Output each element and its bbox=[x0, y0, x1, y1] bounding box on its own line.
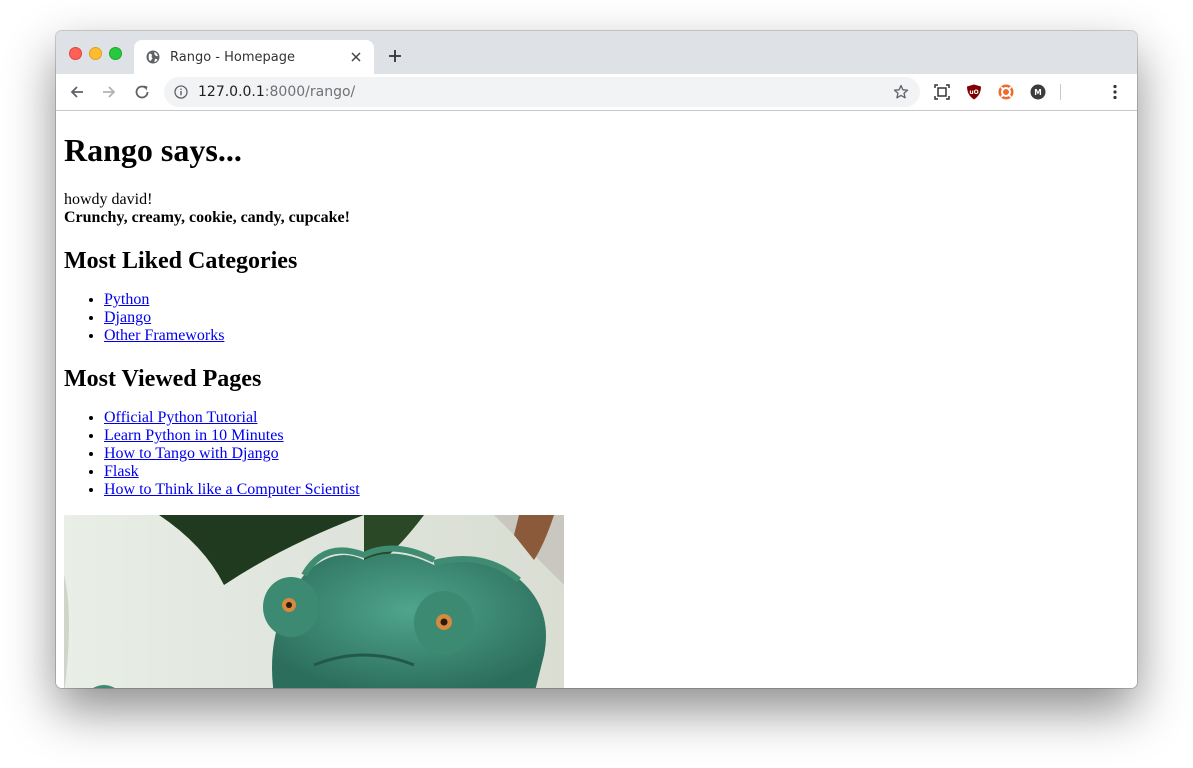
reload-icon[interactable] bbox=[133, 83, 151, 101]
m-extension-icon[interactable]: M bbox=[1030, 84, 1046, 100]
browser-window: Rango - Homepage 127.0.0.1:8000/rango/ u… bbox=[56, 31, 1137, 688]
forward-icon[interactable] bbox=[100, 83, 118, 101]
page-link-think-like-computer-scientist[interactable]: How to Think like a Computer Scientist bbox=[104, 481, 360, 498]
chameleon-image bbox=[64, 515, 564, 688]
close-window-button[interactable] bbox=[69, 47, 82, 60]
page-link-flask[interactable]: Flask bbox=[104, 463, 139, 480]
page-item: How to Tango with Django bbox=[104, 445, 1129, 463]
tab-rango-homepage[interactable]: Rango - Homepage bbox=[134, 40, 374, 74]
category-item: Django bbox=[104, 309, 1129, 327]
new-tab-icon[interactable] bbox=[387, 48, 403, 64]
page-link-tango-with-django[interactable]: How to Tango with Django bbox=[104, 445, 279, 462]
categories-heading: Most Liked Categories bbox=[64, 248, 298, 274]
minimize-window-button[interactable] bbox=[89, 47, 102, 60]
page-item: Flask bbox=[104, 463, 1129, 481]
svg-text:uO: uO bbox=[969, 89, 978, 96]
tagline-text: Crunchy, creamy, cookie, candy, cupcake! bbox=[64, 209, 350, 226]
category-link-other-frameworks[interactable]: Other Frameworks bbox=[104, 327, 224, 344]
page-item: How to Think like a Computer Scientist bbox=[104, 481, 1129, 499]
category-item: Other Frameworks bbox=[104, 327, 1129, 345]
categories-list: Python Django Other Frameworks bbox=[64, 291, 1129, 345]
globe-icon bbox=[146, 50, 160, 64]
pages-list: Official Python Tutorial Learn Python in… bbox=[64, 409, 1129, 499]
close-tab-icon[interactable] bbox=[350, 51, 362, 63]
address-bar[interactable]: 127.0.0.1:8000/rango/ bbox=[164, 77, 920, 107]
page-link-official-python-tutorial[interactable]: Official Python Tutorial bbox=[104, 409, 258, 426]
page-title: Rango says... bbox=[64, 132, 242, 168]
browser-toolbar: 127.0.0.1:8000/rango/ uO M bbox=[56, 74, 1137, 111]
page-link-learn-python[interactable]: Learn Python in 10 Minutes bbox=[104, 427, 284, 444]
lifebuoy-icon[interactable] bbox=[998, 84, 1014, 100]
category-link-python[interactable]: Python bbox=[104, 291, 149, 308]
screen-capture-icon[interactable] bbox=[934, 84, 950, 100]
greeting-text: howdy david! bbox=[64, 191, 153, 208]
category-item: Python bbox=[104, 291, 1129, 309]
page-item: Official Python Tutorial bbox=[104, 409, 1129, 427]
tab-strip: Rango - Homepage bbox=[56, 31, 1137, 74]
kebab-menu-icon[interactable] bbox=[1110, 83, 1120, 101]
url-text: 127.0.0.1:8000/rango/ bbox=[198, 84, 355, 100]
toolbar-divider bbox=[1060, 84, 1061, 100]
page-content: Rango says... howdy david! Crunchy, crea… bbox=[56, 111, 1137, 688]
back-icon[interactable] bbox=[68, 83, 86, 101]
pages-heading: Most Viewed Pages bbox=[64, 366, 262, 392]
url-path: :8000/rango/ bbox=[264, 84, 356, 100]
maximize-window-button[interactable] bbox=[109, 47, 122, 60]
url-host: 127.0.0.1 bbox=[198, 84, 265, 100]
ublock-icon[interactable]: uO bbox=[966, 84, 982, 100]
tab-title: Rango - Homepage bbox=[170, 50, 295, 65]
info-icon[interactable] bbox=[174, 85, 188, 99]
svg-text:M: M bbox=[1034, 88, 1041, 97]
category-link-django[interactable]: Django bbox=[104, 309, 151, 326]
page-item: Learn Python in 10 Minutes bbox=[104, 427, 1129, 445]
star-icon[interactable] bbox=[893, 84, 909, 100]
